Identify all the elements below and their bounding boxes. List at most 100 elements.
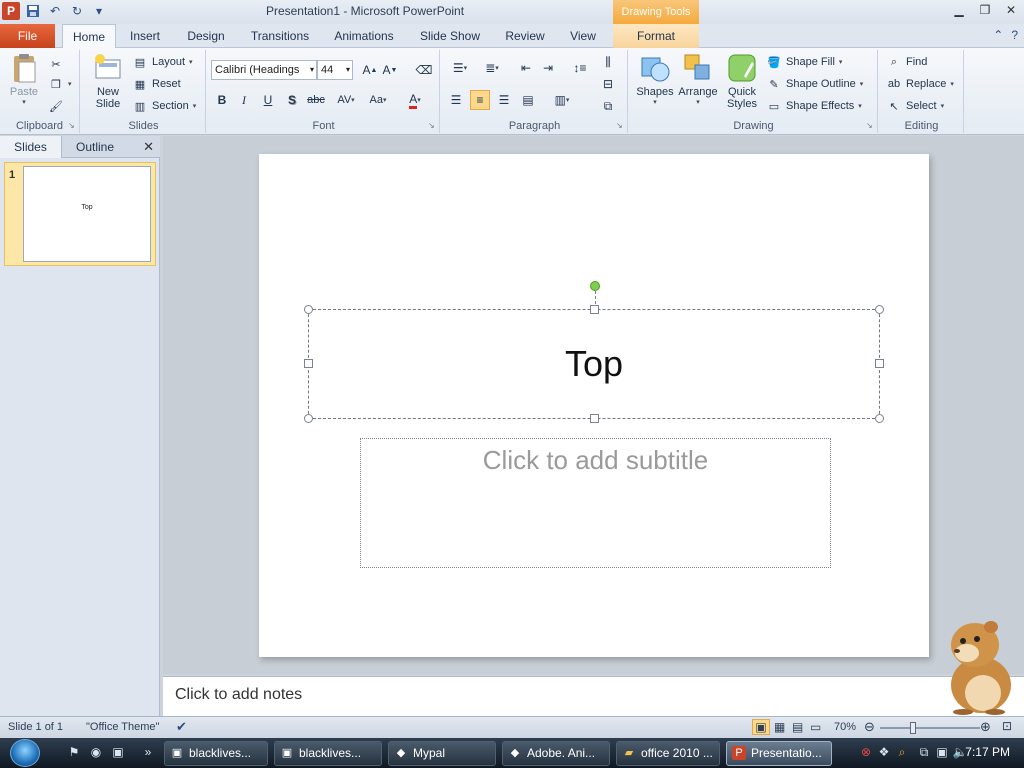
help-icon[interactable]: ? <box>1011 28 1018 42</box>
text-direction-icon[interactable]: ⫼ <box>598 52 618 72</box>
grow-font-button[interactable]: A ▲ <box>360 60 380 80</box>
bold-button[interactable]: B <box>212 90 232 110</box>
strikethrough-button[interactable]: abc <box>306 90 326 110</box>
minimize-ribbon-icon[interactable]: ⌃ <box>993 28 1003 42</box>
align-right-icon[interactable]: ☰ <box>494 90 514 110</box>
character-spacing-button[interactable]: AV ▾ <box>332 90 360 110</box>
cut-button[interactable]: ✂ <box>48 54 64 74</box>
shapes-button[interactable]: Shapes ▾ <box>634 52 676 106</box>
normal-view-icon[interactable]: ▣ <box>752 719 770 735</box>
line-spacing-button[interactable]: ↕≡ <box>566 58 594 78</box>
resize-handle-bottom-left[interactable] <box>304 414 313 423</box>
paragraph-launcher-icon[interactable]: ↘ <box>616 122 624 130</box>
spell-check-icon[interactable]: ✔ <box>176 719 187 735</box>
tab-review[interactable]: Review <box>498 24 552 48</box>
subtitle-placeholder[interactable]: Click to add subtitle <box>360 438 831 568</box>
resize-handle-left[interactable] <box>304 359 313 368</box>
numbering-button[interactable]: ≣ ▾ <box>478 58 506 78</box>
tab-format[interactable]: Format <box>613 24 699 48</box>
justify-icon[interactable]: ▤ <box>518 90 538 110</box>
tab-transitions[interactable]: Transitions <box>244 24 316 48</box>
tray-search-icon[interactable]: ⌕ <box>894 745 910 761</box>
shrink-font-button[interactable]: A ▼ <box>380 60 400 80</box>
copy-button[interactable]: ❐ ▾ <box>48 74 71 94</box>
slide-thumbnail[interactable]: Top <box>23 166 151 262</box>
fit-to-window-icon[interactable]: ⊡ <box>1002 719 1012 733</box>
show-desktop-icon[interactable]: ▣ <box>110 745 126 761</box>
shape-outline-button[interactable]: ✎ Shape Outline ▾ <box>766 74 863 94</box>
zoom-slider[interactable] <box>880 722 980 734</box>
tab-home[interactable]: Home <box>62 24 116 49</box>
text-shadow-button[interactable]: S <box>282 90 302 110</box>
font-size-combo[interactable]: 44 ▾ <box>317 60 353 80</box>
tray-close-icon[interactable]: ⊗ <box>858 745 874 761</box>
zoom-out-icon[interactable]: ⊖ <box>864 719 875 735</box>
align-left-icon[interactable]: ☰ <box>446 90 466 110</box>
rotate-handle[interactable] <box>590 281 600 291</box>
theme-name[interactable]: "Office Theme" <box>86 721 159 733</box>
taskbar-item-mypal[interactable]: ◆ Mypal <box>388 741 496 766</box>
clear-formatting-icon[interactable]: ⌫ <box>414 60 434 80</box>
tray-app-icon[interactable]: ❖ <box>876 745 892 761</box>
tab-slides[interactable]: Slides <box>0 136 62 158</box>
more-quick-launch-icon[interactable]: » <box>140 745 156 761</box>
paste-button[interactable]: Paste ▾ <box>6 52 42 106</box>
shape-effects-button[interactable]: ▭ Shape Effects ▾ <box>766 96 862 116</box>
taskbar-item-blacklives-2[interactable]: ▣ blacklives... <box>274 741 382 766</box>
taskbar-item-adobe[interactable]: ◆ Adobe. Ani... <box>502 741 610 766</box>
zoom-in-icon[interactable]: ⊕ <box>980 719 991 735</box>
font-color-button[interactable]: A ▾ <box>400 90 430 110</box>
columns-button[interactable]: ▥ ▾ <box>548 90 576 110</box>
italic-button[interactable]: I <box>234 90 254 110</box>
tab-slide-show[interactable]: Slide Show <box>414 24 486 48</box>
tab-outline[interactable]: Outline <box>64 136 126 158</box>
slide-show-icon[interactable]: ▭ <box>810 720 821 734</box>
bullets-button[interactable]: ☰ ▾ <box>446 58 474 78</box>
tab-design[interactable]: Design <box>180 24 232 48</box>
clock[interactable]: 7:17 PM <box>965 745 1010 759</box>
network-icon[interactable]: ⧉ <box>916 745 932 761</box>
new-slide-button[interactable]: New Slide <box>88 52 128 110</box>
minimize-icon[interactable]: ▁ <box>946 0 972 20</box>
arrange-button[interactable]: Arrange ▾ <box>676 52 720 106</box>
slide-thumbnail-item[interactable]: 1 Top <box>4 162 156 266</box>
resize-handle-top-right[interactable] <box>875 305 884 314</box>
resize-handle-bottom[interactable] <box>590 414 599 423</box>
format-painter-button[interactable]: 🖌 <box>48 96 64 116</box>
section-button[interactable]: ▥ Section ▾ <box>132 96 196 116</box>
clipboard-launcher-icon[interactable]: ↘ <box>68 122 76 130</box>
drawing-launcher-icon[interactable]: ↘ <box>866 122 874 130</box>
change-case-button[interactable]: Aa ▾ <box>364 90 392 110</box>
select-button[interactable]: ↖ Select ▾ <box>886 96 944 116</box>
quick-launch-icon-2[interactable]: ◉ <box>88 745 104 761</box>
reset-button[interactable]: ▦ Reset <box>132 74 181 94</box>
align-text-icon[interactable]: ⊟ <box>598 74 618 94</box>
slide-sorter-icon[interactable]: ▦ <box>774 720 785 734</box>
slide-title[interactable]: Top <box>565 343 623 385</box>
restore-icon[interactable]: ❐ <box>972 0 998 20</box>
decrease-indent-icon[interactable]: ⇤ <box>516 58 536 78</box>
close-icon[interactable]: ✕ <box>998 0 1024 20</box>
taskbar-item-blacklives-1[interactable]: ▣ blacklives... <box>164 741 268 766</box>
reading-view-icon[interactable]: ▤ <box>792 720 803 734</box>
tab-view[interactable]: View <box>560 24 606 48</box>
tray-monitor-icon[interactable]: ▣ <box>934 745 950 761</box>
taskbar-item-office-folder[interactable]: ▰ office 2010 ... <box>616 741 720 766</box>
quick-launch-icon-1[interactable]: ⚑ <box>66 745 82 761</box>
tab-file[interactable]: File <box>0 24 55 48</box>
resize-handle-top-left[interactable] <box>304 305 313 314</box>
resize-handle-right[interactable] <box>875 359 884 368</box>
align-center-icon[interactable]: ≡ <box>470 90 490 110</box>
resize-handle-bottom-right[interactable] <box>875 414 884 423</box>
title-placeholder[interactable]: Top <box>308 309 880 419</box>
layout-button[interactable]: ▤ Layout ▾ <box>132 52 193 72</box>
increase-indent-icon[interactable]: ⇥ <box>538 58 558 78</box>
tab-insert[interactable]: Insert <box>122 24 168 48</box>
shape-fill-button[interactable]: 🪣 Shape Fill ▾ <box>766 52 842 72</box>
find-button[interactable]: ⌕ Find <box>886 52 928 72</box>
tab-animations[interactable]: Animations <box>328 24 400 48</box>
resize-handle-top[interactable] <box>590 305 599 314</box>
notes-placeholder[interactable]: Click to add notes <box>175 686 302 704</box>
convert-smartart-icon[interactable]: ⧉ <box>598 96 618 116</box>
taskbar-item-powerpoint[interactable]: P Presentatio... <box>726 741 832 766</box>
